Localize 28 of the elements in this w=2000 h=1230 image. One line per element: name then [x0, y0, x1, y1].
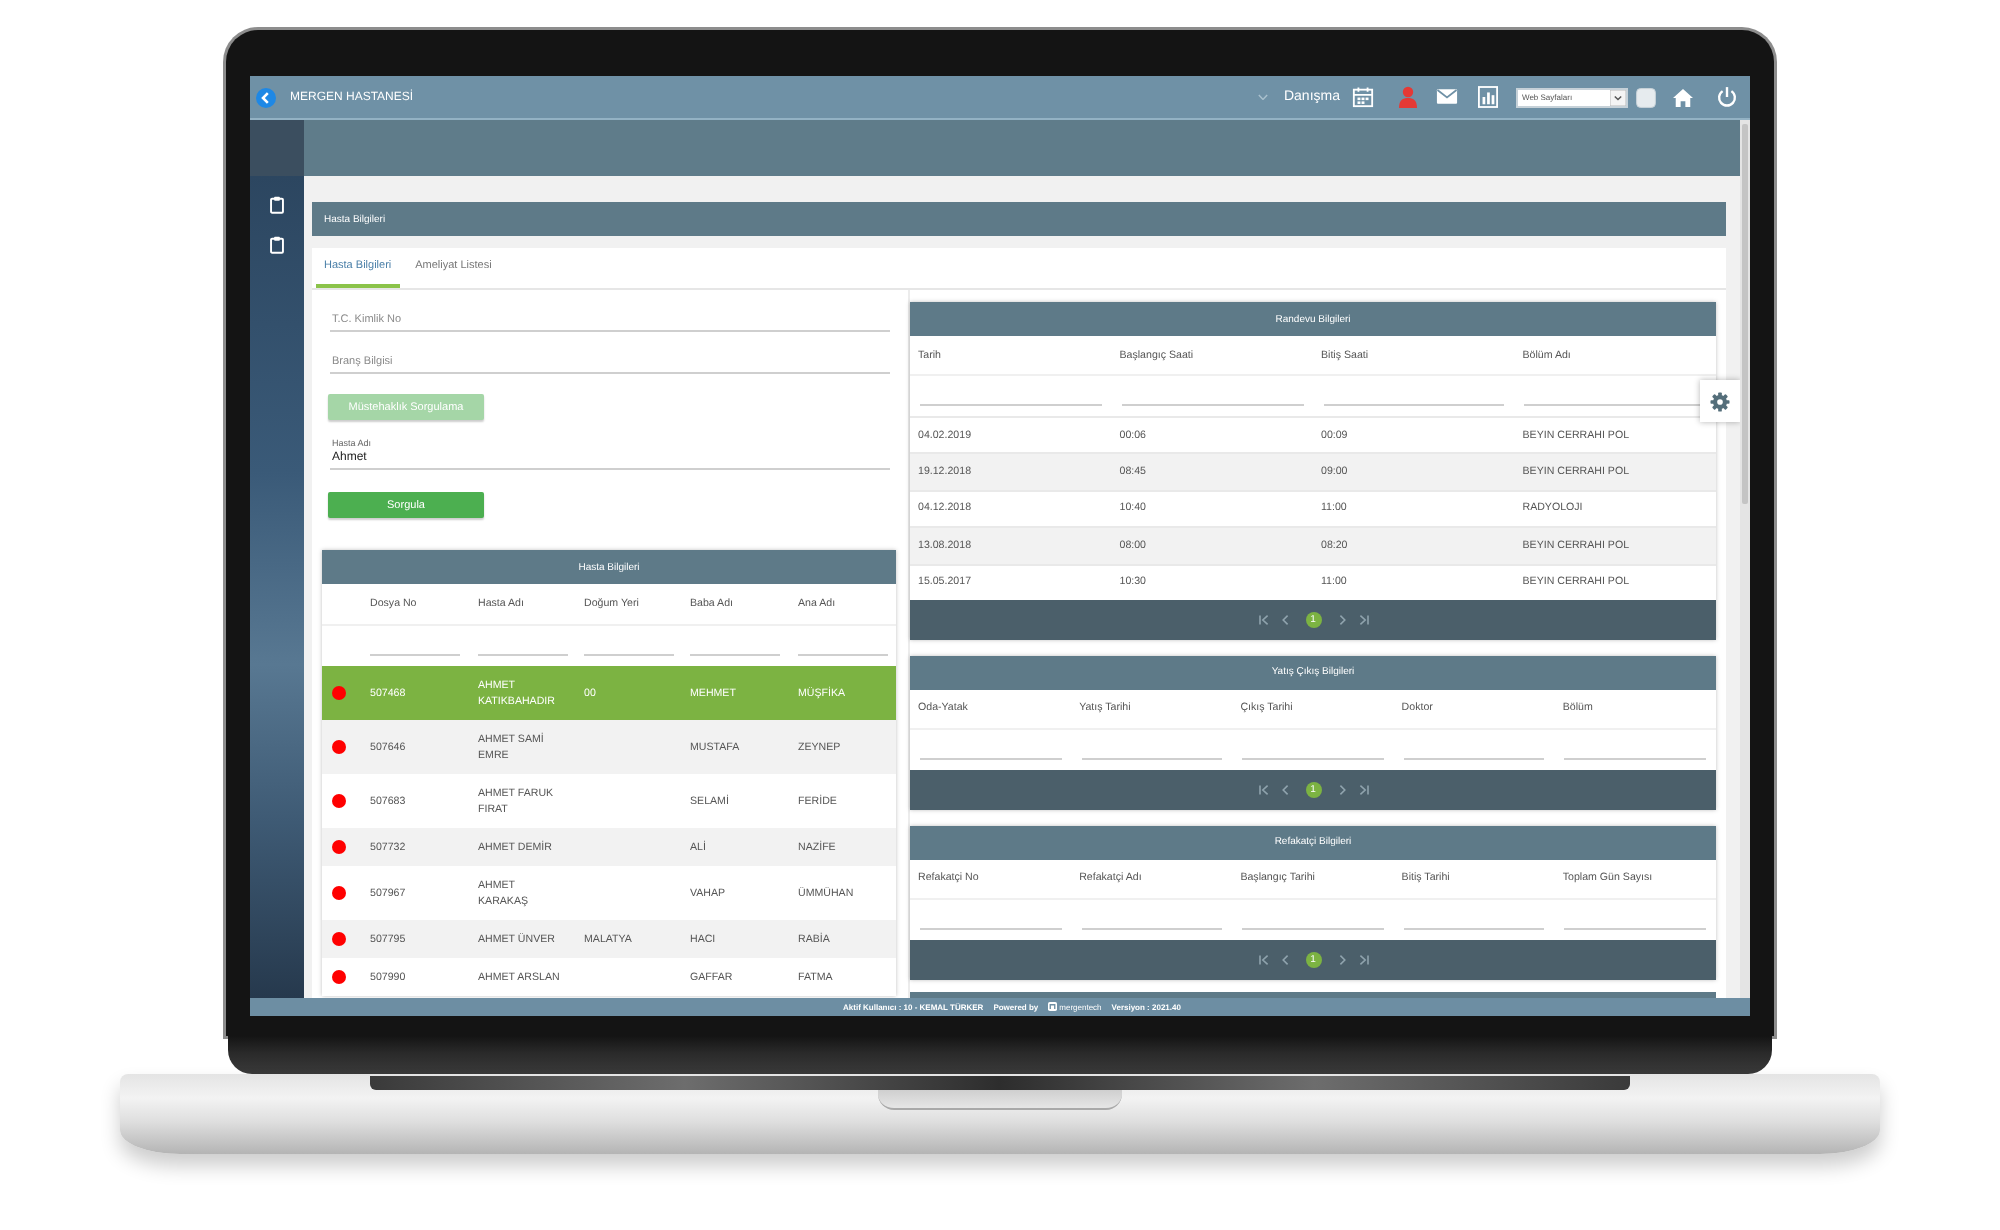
first-page-icon[interactable] — [1257, 613, 1269, 626]
chevron-right-icon[interactable] — [1335, 953, 1347, 966]
clipboard-icon[interactable] — [270, 196, 284, 214]
scrollbar[interactable] — [1740, 120, 1750, 998]
chevron-right-icon[interactable] — [1335, 783, 1347, 796]
calendar-icon[interactable] — [1352, 86, 1374, 108]
chevron-left-icon[interactable] — [1279, 613, 1291, 626]
mail-icon[interactable] — [1436, 88, 1458, 106]
chevron-down-icon[interactable] — [1257, 93, 1268, 101]
bar-chart-icon[interactable] — [1478, 86, 1498, 108]
home-icon[interactable] — [1672, 87, 1694, 107]
caret-icon — [1610, 89, 1626, 105]
chevron-right-icon[interactable] — [1335, 613, 1347, 626]
last-page-icon[interactable] — [1357, 783, 1369, 796]
chevron-left-icon[interactable] — [1279, 953, 1291, 966]
tile-icon[interactable] — [1636, 87, 1656, 107]
chevron-left-icon[interactable] — [1279, 783, 1291, 796]
clipboard-icon[interactable] — [270, 236, 284, 254]
scrollbar-thumb[interactable] — [1742, 124, 1748, 504]
settings-icon — [1710, 391, 1730, 411]
left-chevron-circle-icon[interactable] — [256, 87, 276, 107]
person-icon[interactable] — [1398, 86, 1418, 108]
first-page-icon[interactable] — [1257, 783, 1269, 796]
last-page-icon[interactable] — [1357, 613, 1369, 626]
last-page-icon[interactable] — [1357, 953, 1369, 966]
power-icon[interactable] — [1716, 86, 1738, 108]
settings-button[interactable] — [1700, 380, 1740, 422]
first-page-icon[interactable] — [1257, 953, 1269, 966]
